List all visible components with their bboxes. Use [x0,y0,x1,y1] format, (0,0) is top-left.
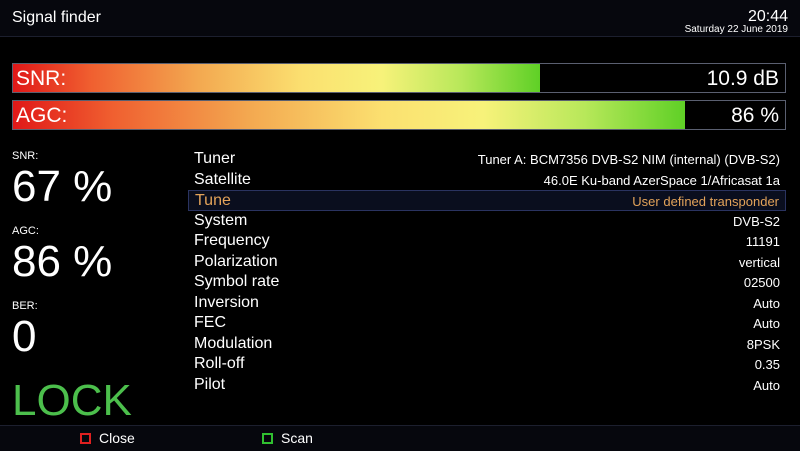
info-row-key: Modulation [194,334,273,352]
snr-bar-fill [13,64,541,92]
info-row-tuner[interactable]: Tuner Tuner A: BCM7356 DVB-S2 NIM (intern… [188,149,786,170]
scan-button-label: Scan [281,430,313,446]
info-row-value: 0.35 [754,357,780,372]
tuner-info-list: Tuner Tuner A: BCM7356 DVB-S2 NIM (intern… [188,149,786,395]
info-row-roll-off[interactable]: Roll-off 0.35 [188,354,786,375]
snr-stat-value: 67 % [12,162,113,211]
info-row-symbol-rate[interactable]: Symbol rate 02500 [188,272,786,293]
snr-stat-label: SNR: [12,150,39,162]
clock-date: Saturday 22 June 2019 [684,24,788,35]
ber-stat-label: BER: [12,300,38,312]
ber-stat-value: 0 [12,312,37,361]
close-button[interactable]: Close [80,430,135,446]
info-row-value: 8PSK [746,336,780,352]
info-row-system[interactable]: System DVB-S2 [188,211,786,232]
info-row-key: FEC [194,314,226,331]
snr-bar: SNR: 10.9 dB [12,63,786,93]
red-key-icon [80,432,91,444]
info-row-frequency[interactable]: Frequency 11191 [188,231,786,252]
page-title: Signal finder [12,9,101,26]
agc-stat: AGC: 86 % [12,225,112,285]
info-row-tune[interactable]: Tune User defined transponder [188,190,786,211]
info-row-modulation[interactable]: Modulation 8PSK [188,334,786,355]
agc-bar-fill [13,101,685,129]
info-row-value: 11191 [745,234,780,249]
snr-bar-value: 10.9 dB [706,67,779,90]
info-row-value: DVB-S2 [733,213,780,229]
info-row-value: vertical [738,254,780,270]
info-row-value: 46.0E Ku-band AzerSpace 1/Africasat 1a [543,172,780,188]
info-row-key: Pilot [194,375,226,393]
info-row-value: Auto [753,295,780,311]
info-row-pilot[interactable]: Pilot Auto [188,375,786,396]
info-row-key: Tuner [194,150,236,167]
close-button-label: Close [99,430,135,446]
info-row-value: Auto [753,316,780,331]
info-row-key: System [194,211,248,229]
agc-stat-value: 86 % [12,237,113,286]
info-row-key: Satellite [194,170,251,188]
info-row-key: Symbol rate [194,273,280,290]
info-row-value: Auto [753,377,780,393]
ber-stat: BER: 0 [12,300,38,360]
snr-bar-label: SNR: [16,67,67,90]
info-row-inversion[interactable]: Inversion Auto [188,293,786,314]
info-row-value: 02500 [743,275,780,290]
info-row-key: Frequency [194,232,270,249]
agc-bar: AGC: 86 % [12,100,786,130]
agc-stat-label: AGC: [12,225,39,237]
scan-button[interactable]: Scan [262,430,313,446]
info-row-key: Polarization [194,252,278,270]
info-row-value: Tuner A: BCM7356 DVB-S2 NIM (internal) (… [477,152,780,167]
info-row-key: Roll-off [194,355,245,372]
clock-time: 20:44 [747,8,788,25]
info-row-polarization[interactable]: Polarization vertical [188,252,786,273]
footer-bar: Close Scan [0,425,800,451]
info-row-key: Tune [195,192,231,209]
info-row-satellite[interactable]: Satellite 46.0E Ku-band AzerSpace 1/Afric… [188,170,786,191]
header-bar: Signal finder 20:44 Saturday 22 June 201… [0,0,800,37]
info-row-key: Inversion [194,293,259,311]
green-key-icon [262,432,273,444]
snr-stat: SNR: 67 % [12,150,112,210]
agc-bar-value: 86 % [731,104,779,127]
info-row-fec[interactable]: FEC Auto [188,313,786,334]
lock-status: LOCK [12,376,132,425]
info-row-value: User defined transponder [632,194,779,209]
agc-bar-label: AGC: [16,104,68,127]
